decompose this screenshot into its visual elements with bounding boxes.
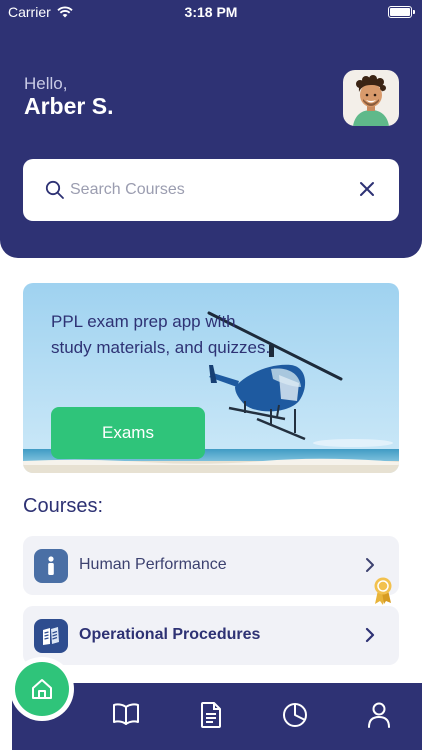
header: Carrier 3:18 PM Hello, Arber S.: [0, 0, 422, 258]
battery-icon: [388, 6, 415, 18]
course-label: Human Performance: [79, 556, 227, 573]
avatar-illustration: [353, 75, 389, 126]
book-icon[interactable]: [112, 701, 140, 727]
course-item-human-performance[interactable]: Human Performance: [23, 536, 399, 595]
status-time: 3:18 PM: [184, 4, 238, 20]
home-button[interactable]: [15, 662, 69, 716]
clear-search-icon[interactable]: [359, 181, 375, 197]
search-input[interactable]: [70, 173, 340, 207]
course-label: Operational Procedures: [79, 626, 261, 643]
document-icon[interactable]: [199, 701, 223, 729]
chevron-right-icon: [365, 627, 375, 643]
exams-button[interactable]: Exams: [51, 407, 205, 459]
search-icon: [45, 180, 64, 199]
home-button-wrapper: [10, 657, 74, 721]
avatar[interactable]: [343, 70, 399, 126]
award-badge-icon: [374, 577, 392, 605]
home-icon: [32, 679, 52, 699]
greeting-text: Hello,: [24, 74, 68, 93]
person-icon: [34, 549, 68, 583]
banner-text: PPL exam prep app with study materials, …: [51, 312, 271, 357]
user-name: Arber S.: [24, 93, 114, 119]
status-bar: Carrier 3:18 PM: [0, 0, 422, 26]
search-bar: [23, 159, 399, 221]
manual-icon: [34, 619, 68, 653]
promo-banner: PPL exam prep app with study materials, …: [23, 283, 399, 473]
courses-title: Courses:: [23, 495, 104, 517]
course-item-operational-procedures[interactable]: Operational Procedures: [23, 606, 399, 665]
profile-icon[interactable]: [367, 701, 391, 729]
chevron-right-icon: [366, 558, 374, 572]
pie-chart-icon[interactable]: [281, 701, 309, 729]
